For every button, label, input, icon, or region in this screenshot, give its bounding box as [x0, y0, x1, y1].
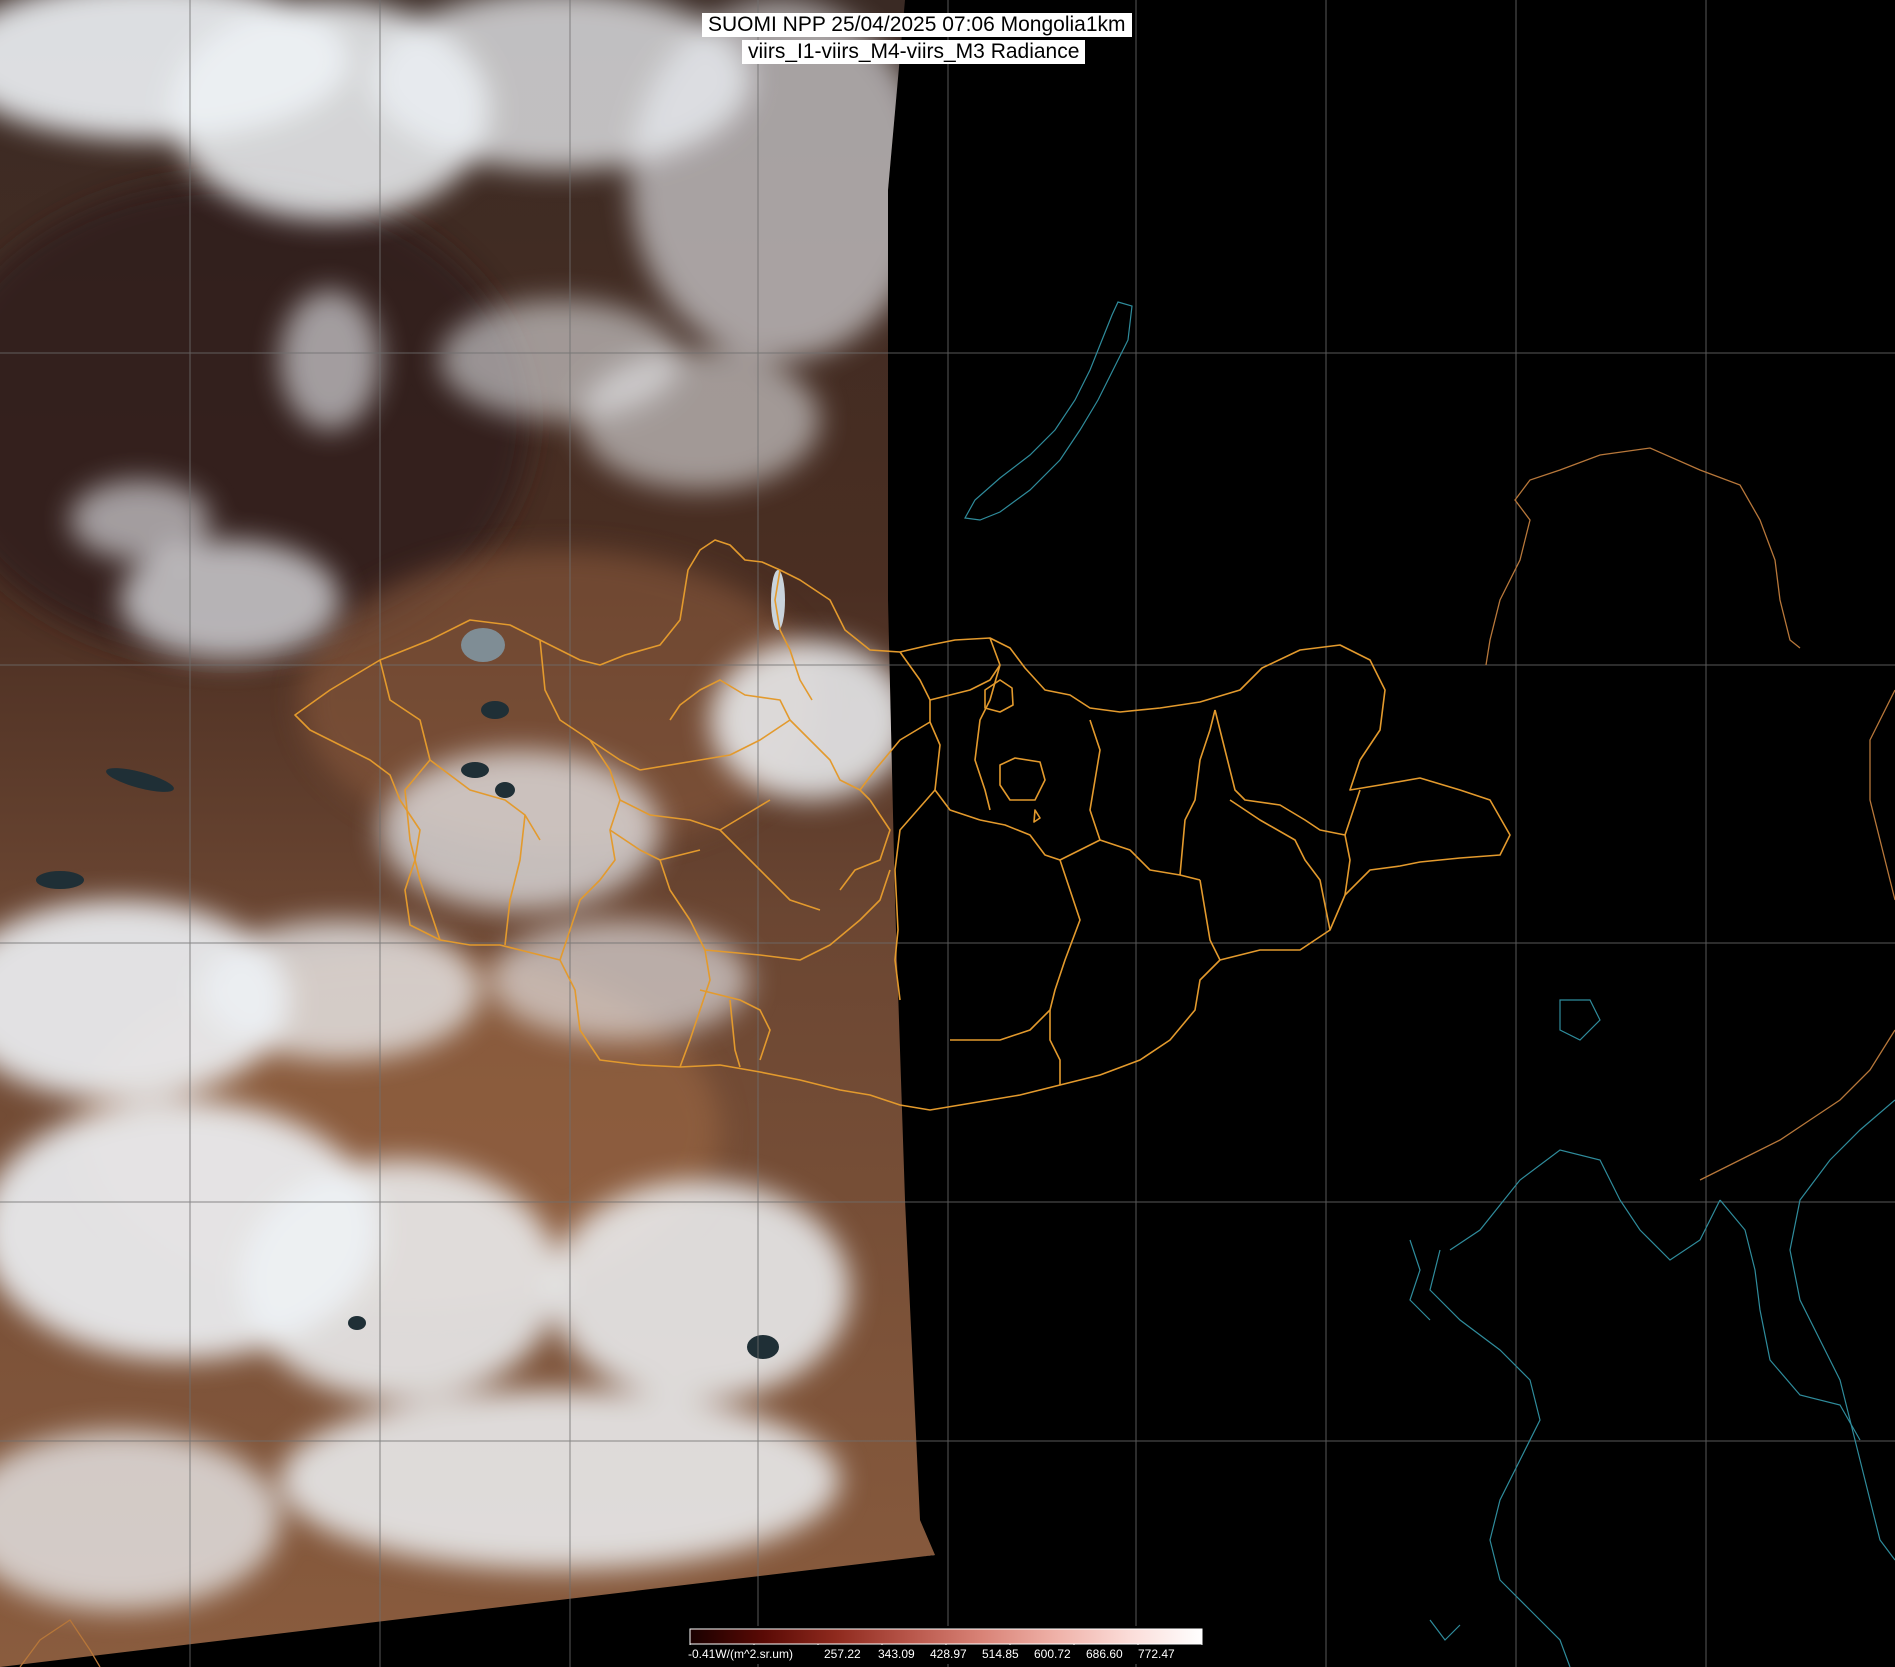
legend-labels: -0.41W/(m^2.sr.um) 257.22 343.09 428.97 … — [686, 1645, 1207, 1663]
legend-tick: 600.72 — [1034, 1647, 1071, 1661]
map-title-line2: viirs_I1-viirs_M4-viirs_M3 Radiance — [742, 40, 1086, 64]
legend-tick: 428.97 — [930, 1647, 967, 1661]
imagery-swath — [0, 0, 935, 1667]
legend-tick: 343.09 — [878, 1647, 915, 1661]
legend-tick: 686.60 — [1086, 1647, 1123, 1661]
legend-tick: 514.85 — [982, 1647, 1019, 1661]
legend-tick: 772.47 — [1138, 1647, 1175, 1661]
legend-gradient-bar — [689, 1628, 1203, 1645]
map-title-line1: SUOMI NPP 25/04/2025 07:06 Mongolia1km — [702, 13, 1132, 37]
satellite-map — [0, 0, 1895, 1667]
legend-tick: 257.22 — [824, 1647, 861, 1661]
legend-unit-label: -0.41W/(m^2.sr.um) — [688, 1647, 793, 1661]
